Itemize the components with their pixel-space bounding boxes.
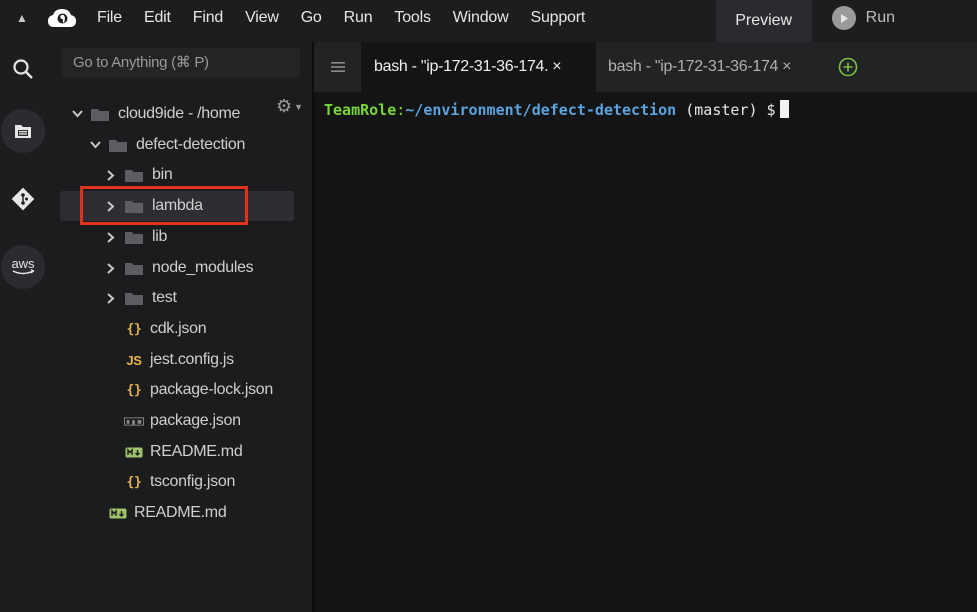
tree-item-label: jest.config.js — [150, 351, 234, 368]
menu-bar: ▲ File Edit Find View Go Run Tools Windo… — [0, 0, 977, 42]
tree-item-tsconfig[interactable]: {} tsconfig.json — [60, 467, 235, 497]
tree-item-jest-config[interactable]: JS jest.config.js — [60, 345, 234, 375]
prompt-branch: (master) $ — [676, 101, 776, 119]
preview-button[interactable]: Preview — [715, 0, 812, 42]
search-icon[interactable] — [0, 46, 46, 92]
svg-text:aws: aws — [11, 256, 35, 271]
tree-item-package-lock[interactable]: {} package-lock.json — [60, 375, 273, 405]
tree-item-lib[interactable]: lib — [60, 222, 167, 252]
tree-settings-button[interactable]: ⚙ ▼ — [276, 96, 303, 117]
chevron-right-icon — [104, 169, 118, 181]
close-icon[interactable]: × — [782, 58, 791, 76]
tab-bash-2[interactable]: bash - "ip-172-31-36-174 × — [596, 42, 828, 92]
tree-item-label: package.json — [150, 412, 241, 429]
tree-item-cdk-json[interactable]: {} cdk.json — [60, 314, 206, 344]
play-icon — [831, 6, 856, 30]
menu-go[interactable]: Go — [290, 0, 333, 36]
tree-item-label: defect-detection — [136, 136, 246, 153]
close-icon[interactable]: × — [552, 58, 561, 76]
files-icon — [15, 125, 31, 138]
menu-view[interactable]: View — [234, 0, 290, 36]
folder-icon — [125, 292, 143, 305]
folder-icon — [125, 231, 143, 244]
tab-label: bash - "ip-172-31-36-174 — [608, 58, 779, 75]
tree-item-label: tsconfig.json — [150, 473, 236, 490]
tree-item-defect-detection[interactable]: defect-detection — [60, 130, 245, 160]
aws-panel-button[interactable]: aws — [0, 244, 46, 290]
go-to-anything-input[interactable]: Go to Anything (⌘ P) — [62, 48, 300, 78]
prompt-colon: : — [396, 101, 406, 119]
aws-logo-icon: aws — [11, 256, 35, 275]
caret-down-icon: ▼ — [294, 101, 304, 112]
prompt-role: TeamRole — [324, 101, 397, 119]
prompt-path: ~/environment/defect-detection — [405, 101, 677, 119]
menu-support[interactable]: Support — [519, 0, 596, 36]
tree-item-label: lib — [152, 228, 168, 245]
folder-icon — [91, 108, 109, 121]
environment-panel-button[interactable] — [0, 108, 46, 154]
menu-file[interactable]: File — [86, 0, 133, 36]
run-button[interactable]: Run — [812, 0, 977, 36]
menu-edit[interactable]: Edit — [133, 0, 182, 36]
chevron-down-icon — [88, 141, 102, 149]
tab-bash-1[interactable]: bash - "ip-172-31-36-174. × — [362, 42, 596, 92]
hamburger-icon — [330, 62, 345, 72]
tree-item-label: README.md — [150, 443, 243, 460]
folder-icon — [125, 169, 143, 182]
tree-item-label: node_modules — [152, 259, 254, 276]
folder-icon — [125, 262, 143, 275]
menu-run[interactable]: Run — [333, 0, 384, 36]
highlight-box — [80, 186, 248, 225]
collapse-menu-icon[interactable]: ▲ — [0, 0, 44, 36]
tree-item-label: cloud9ide - /home — [118, 105, 241, 122]
chevron-right-icon — [104, 292, 118, 304]
npm-file-icon — [124, 416, 144, 426]
tree-item-readme-root[interactable]: README.md — [60, 498, 227, 528]
cloud9-logo-icon[interactable] — [44, 0, 80, 36]
tree-item-readme-md[interactable]: README.md — [60, 437, 243, 467]
run-button-label: Run — [865, 9, 895, 26]
json-file-icon: {} — [126, 382, 142, 398]
menu-window[interactable]: Window — [442, 0, 520, 36]
tab-bar: bash - "ip-172-31-36-174. × bash - "ip-1… — [314, 42, 977, 92]
new-tab-button[interactable] — [828, 42, 868, 92]
left-rail: aws — [0, 36, 46, 612]
editor-pane: bash - "ip-172-31-36-174. × bash - "ip-1… — [314, 42, 977, 612]
menu-tools[interactable]: Tools — [383, 0, 441, 36]
tree-item-package-json[interactable]: package.json — [60, 406, 241, 436]
tree-item-test[interactable]: test — [60, 283, 177, 313]
plus-circle-icon — [838, 57, 858, 77]
tab-menu-button[interactable] — [314, 42, 362, 92]
tree-item-label: README.md — [134, 504, 227, 521]
tree-item-label: bin — [152, 166, 173, 183]
tab-label: bash - "ip-172-31-36-174. — [374, 58, 549, 75]
tree-item-node-modules[interactable]: node_modules — [60, 253, 254, 283]
file-tree-panel: Go to Anything (⌘ P) ⚙ ▼ cloud9ide - /hom… — [46, 36, 312, 612]
terminal-cursor — [779, 100, 789, 118]
tree-item-label: test — [152, 289, 177, 306]
menu-find[interactable]: Find — [182, 0, 234, 36]
gear-icon: ⚙ — [276, 96, 293, 116]
folder-icon — [109, 139, 127, 152]
js-file-icon: JS — [126, 352, 142, 368]
markdown-file-icon — [124, 447, 144, 458]
chevron-right-icon — [104, 231, 118, 243]
chevron-down-icon — [70, 110, 84, 118]
tree-item-label: package-lock.json — [150, 381, 273, 398]
chevron-right-icon — [104, 262, 118, 274]
source-control-icon[interactable] — [0, 176, 46, 222]
markdown-file-icon — [108, 508, 128, 519]
json-file-icon: {} — [126, 321, 142, 337]
json-file-icon: {} — [126, 474, 142, 490]
tree-item-cloud9ide[interactable]: cloud9ide - /home — [60, 99, 240, 129]
terminal[interactable]: TeamRole:~/environment/defect-detection … — [314, 92, 977, 612]
tree-item-label: cdk.json — [150, 320, 207, 337]
